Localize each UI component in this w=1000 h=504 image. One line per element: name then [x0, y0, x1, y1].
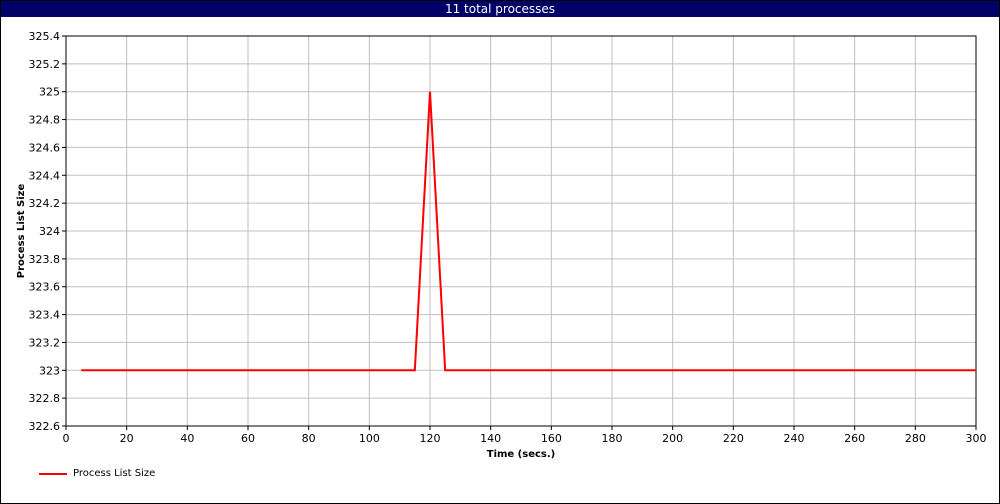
y-tick-label: 324.2 [29, 197, 61, 210]
x-tick-label: 120 [420, 432, 441, 445]
y-tick-label: 323.8 [29, 253, 61, 266]
x-tick-label: 280 [905, 432, 926, 445]
x-tick-label: 260 [844, 432, 865, 445]
y-tick-label: 325.2 [29, 58, 61, 71]
legend-label: Process List Size [73, 468, 156, 479]
x-tick-label: 240 [784, 432, 805, 445]
y-tick-label: 322.8 [29, 392, 61, 405]
y-tick-label: 324.4 [29, 169, 61, 182]
y-tick-label: 323.4 [29, 309, 61, 322]
x-tick-label: 20 [120, 432, 134, 445]
y-tick-label: 323.2 [29, 336, 61, 349]
y-tick-label: 322.6 [29, 420, 61, 433]
x-tick-label: 100 [359, 432, 380, 445]
y-axis-label: Process List Size [16, 184, 27, 279]
y-tick-label: 325 [39, 86, 60, 99]
x-tick-label: 160 [541, 432, 562, 445]
legend-swatch [39, 473, 67, 475]
x-tick-label: 220 [723, 432, 744, 445]
line-chart: 0 20 40 60 80 100 120 140 160 180 200 220 240 260 280 3… [16, 30, 987, 460]
y-tick-label: 324 [39, 225, 60, 238]
x-tick-label: 0 [63, 432, 70, 445]
x-tick-label: 60 [241, 432, 255, 445]
chart-window: 11 total processes 0 20 40 60 80 100 120 140 160… [0, 0, 1000, 504]
x-tick-label: 180 [602, 432, 623, 445]
legend: Process List Size [39, 467, 155, 481]
y-tick-label: 323.6 [29, 281, 61, 294]
y-tick-label: 324.8 [29, 114, 61, 127]
x-tick-label: 300 [966, 432, 987, 445]
x-tick-label: 80 [302, 432, 316, 445]
x-tick-label: 40 [180, 432, 194, 445]
x-tick-label: 200 [662, 432, 683, 445]
y-tick-label: 325.4 [29, 30, 61, 43]
y-tick-label: 324.6 [29, 141, 61, 154]
x-tick-label: 140 [480, 432, 501, 445]
x-axis-label: Time (secs.) [487, 449, 556, 460]
y-tick-label: 323 [39, 364, 60, 377]
